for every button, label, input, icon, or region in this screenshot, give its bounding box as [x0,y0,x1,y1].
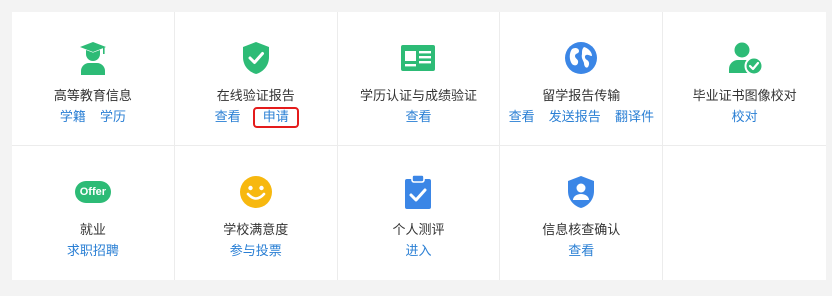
service-links: 参与投票 [175,243,337,261]
service-card-online-verification: 在线验证报告 查看 申请 [174,12,338,146]
service-title: 信息核查确认 [542,223,621,238]
services-grid: 高等教育信息 学籍 学历 在线验证报告 查看 申请 学历认证与成绩验证 查看 留… [12,12,826,280]
service-card-employment: Offer 就业 求职招聘 [12,146,175,280]
service-card-certificate-proofing: 毕业证书图像校对 校对 [663,12,826,146]
user-shield-icon [561,172,601,212]
service-card-school-satisfaction: 学校满意度 参与投票 [175,146,338,280]
user-check-icon [725,38,765,78]
link-translation[interactable]: 翻译件 [615,110,654,125]
link-send-report[interactable]: 发送报告 [549,110,601,125]
service-links: 校对 [663,109,826,127]
offer-icon: Offer [73,172,113,212]
service-title: 毕业证书图像校对 [692,89,797,104]
link-view-verification[interactable]: 查看 [568,244,594,259]
link-degree[interactable]: 学历 [100,110,126,125]
link-job-search[interactable]: 求职招聘 [67,244,119,259]
link-proofread[interactable]: 校对 [732,110,758,125]
link-view-certification[interactable]: 查看 [405,110,431,125]
link-student-status[interactable]: 学籍 [60,110,86,125]
smiley-icon [236,172,276,212]
link-view-abroad-report[interactable]: 查看 [509,110,535,125]
service-card-higher-education: 高等教育信息 学籍 学历 [12,12,175,146]
service-links: 学籍 学历 [12,109,174,127]
id-card-icon [398,38,438,78]
globe-icon [561,38,601,78]
service-title: 高等教育信息 [53,89,132,104]
link-apply-report[interactable]: 申请 [252,107,299,128]
service-links: 查看 [500,243,662,261]
empty-cell [663,146,826,280]
service-title: 学历认证与成绩验证 [359,89,477,104]
service-links: 查看 申请 [175,107,337,128]
clipboard-check-icon [398,172,438,212]
service-links: 查看 发送报告 翻译件 [500,109,662,127]
graduate-icon [73,38,113,78]
service-title: 个人测评 [392,223,445,238]
service-title: 在线验证报告 [216,89,295,104]
service-title: 学校满意度 [223,223,289,238]
link-vote[interactable]: 参与投票 [230,244,282,259]
service-card-study-abroad-report: 留学报告传输 查看 发送报告 翻译件 [500,12,664,146]
link-enter[interactable]: 进入 [405,244,431,259]
service-card-degree-certification: 学历认证与成绩验证 查看 [337,12,501,146]
service-links: 查看 [338,109,500,127]
service-links: 求职招聘 [12,243,174,261]
service-card-personal-assessment: 个人测评 进入 [338,146,501,280]
services-panel: 高等教育信息 学籍 学历 在线验证报告 查看 申请 学历认证与成绩验证 查看 留… [12,12,826,280]
service-title: 留学报告传输 [542,89,621,104]
offer-badge: Offer [74,181,111,203]
service-links: 进入 [338,243,500,261]
link-view-report[interactable]: 查看 [215,110,241,125]
shield-check-icon [236,38,276,78]
service-card-info-verification: 信息核查确认 查看 [500,146,664,280]
service-title: 就业 [79,223,106,238]
